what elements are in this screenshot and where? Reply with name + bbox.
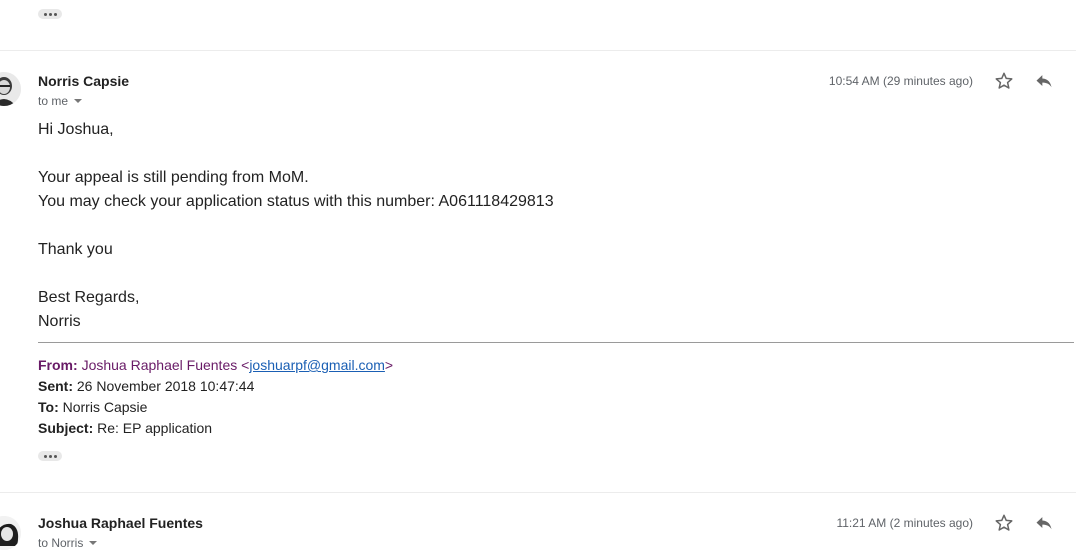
message-timestamp: 10:54 AM (29 minutes ago) — [828, 74, 973, 88]
quoted-to-value: Norris Capsie — [62, 399, 148, 415]
message-regards: Best Regards, — [38, 289, 140, 306]
ellipsis-dot — [53, 454, 57, 458]
message-greeting: Hi Joshua, — [38, 121, 114, 138]
reply-icon[interactable] — [1034, 71, 1054, 91]
show-trimmed-content-button[interactable] — [38, 9, 62, 19]
message-divider — [0, 492, 1076, 493]
quoted-subject-label: Subject: — [38, 420, 94, 436]
quoted-from-name: Joshua Raphael Fuentes — [81, 357, 238, 373]
sender-name[interactable]: Joshua Raphael Fuentes — [38, 515, 203, 531]
reply-icon[interactable] — [1034, 513, 1054, 533]
quoted-subject-value: Re: EP application — [97, 420, 213, 436]
message-body-line: Your appeal is still pending from MoM. — [38, 169, 309, 186]
recipient-line[interactable]: to Norris — [38, 536, 98, 550]
message-signature: Norris — [38, 313, 81, 330]
recipient-label: to me — [38, 94, 69, 108]
message-thanks: Thank you — [38, 241, 113, 258]
chevron-down-icon[interactable] — [74, 99, 83, 103]
quoted-sent-label: Sent: — [38, 378, 73, 394]
quoted-from-label: From: — [38, 357, 78, 373]
sender-name[interactable]: Norris Capsie — [38, 73, 129, 89]
quoted-from-email-link[interactable]: joshuarpf@gmail.com — [249, 357, 385, 373]
chevron-down-icon[interactable] — [89, 541, 98, 545]
quote-separator — [38, 342, 1074, 343]
message-body-line: You may check your application status wi… — [38, 193, 554, 210]
email-thread: Norris Capsie to me 10:54 AM (29 minutes… — [0, 0, 1076, 550]
ellipsis-dot — [48, 12, 52, 16]
quoted-from-line: From: Joshua Raphael Fuentes <joshuarpf@… — [38, 357, 394, 373]
ellipsis-dot — [53, 12, 57, 16]
recipient-label: to Norris — [38, 536, 84, 550]
quoted-to-label: To: — [38, 399, 59, 415]
quoted-sent-value: 26 November 2018 10:47:44 — [76, 378, 255, 394]
message-divider — [0, 50, 1076, 51]
avatar[interactable] — [0, 72, 21, 106]
avatar-image — [0, 516, 21, 550]
quoted-subject-line: Subject: Re: EP application — [38, 418, 212, 439]
ellipsis-dot — [48, 454, 52, 458]
star-icon[interactable] — [994, 71, 1014, 91]
recipient-line[interactable]: to me — [38, 94, 83, 108]
ellipsis-dot — [43, 12, 47, 16]
avatar[interactable] — [0, 516, 21, 550]
quoted-sent-line: Sent: 26 November 2018 10:47:44 — [38, 376, 254, 397]
star-icon[interactable] — [994, 513, 1014, 533]
quoted-to-line: To: Norris Capsie — [38, 397, 147, 418]
ellipsis-dot — [43, 454, 47, 458]
show-trimmed-content-button[interactable] — [38, 451, 62, 461]
avatar-image — [0, 72, 21, 106]
message-timestamp: 11:21 AM (2 minutes ago) — [836, 516, 973, 530]
